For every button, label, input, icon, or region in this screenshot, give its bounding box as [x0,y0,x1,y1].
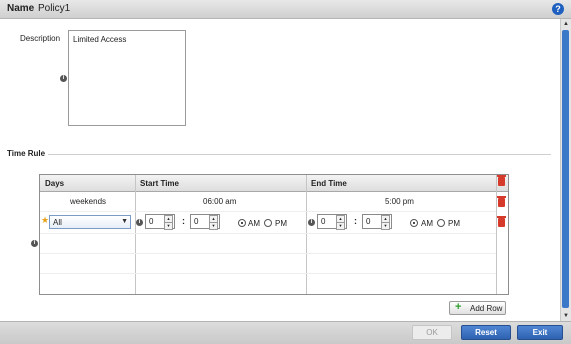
time-separator: : [354,216,357,226]
end-minute-value: 0 [366,217,371,226]
trash-icon[interactable] [497,175,506,186]
column-header-days[interactable]: Days [45,179,64,188]
decrement-icon[interactable]: ▼ [336,222,345,230]
start-hour-stepper[interactable]: 0 ▲ ▼ [145,214,175,230]
row-1-end-time[interactable]: 5:00 pm [385,197,414,206]
add-row-label: Add Row [470,304,503,313]
reset-button[interactable]: Reset [461,325,511,340]
start-hour-value: 0 [149,217,154,226]
time-rule-table: Days Start Time End Time weekends 06:00 … [39,174,509,295]
column-divider [306,175,307,294]
column-divider [496,175,497,294]
plus-icon: + [455,301,462,313]
start-am-radio[interactable] [238,219,246,227]
decrement-icon[interactable]: ▼ [381,222,390,230]
info-icon: i [308,219,315,226]
scroll-down-arrow-icon[interactable]: ▼ [561,311,571,321]
name-label: Name [7,3,35,14]
row-1-days[interactable]: weekends [70,197,106,206]
days-select[interactable]: All ▼ [49,215,131,229]
column-header-end-time[interactable]: End Time [311,179,347,188]
add-row-button[interactable]: + Add Row [449,301,506,315]
info-icon: i [136,219,143,226]
exit-button[interactable]: Exit [517,325,563,340]
row-divider [40,273,496,274]
info-icon: i [60,75,67,82]
row-1-start-time[interactable]: 06:00 am [203,197,236,206]
section-divider [48,154,551,155]
days-select-value: All [53,218,62,227]
start-am-label: AM [248,219,260,228]
column-divider [135,175,136,294]
trash-icon[interactable] [497,216,506,227]
help-icon[interactable]: ? [552,3,564,15]
time-rule-heading: Time Rule [7,149,46,158]
scroll-up-arrow-icon[interactable]: ▲ [561,19,571,29]
start-minute-value: 0 [194,217,199,226]
table-header: Days Start Time End Time [40,175,508,192]
header-bar: Name Policy1 ? [0,0,571,19]
row-divider [40,211,496,212]
description-textarea[interactable]: Limited Access [68,30,186,126]
end-hour-value: 0 [321,217,326,226]
end-am-label: AM [421,219,433,228]
start-minute-stepper[interactable]: 0 ▲ ▼ [190,214,220,230]
time-separator: : [182,216,185,226]
footer-bar: OK Reset Exit [0,321,571,344]
decrement-icon[interactable]: ▼ [164,222,173,230]
start-pm-radio[interactable] [264,219,272,227]
row-divider [40,233,496,234]
description-label: Description [20,34,61,43]
info-icon: i [31,240,38,247]
required-star-icon: ★ [41,215,50,225]
trash-icon[interactable] [497,196,506,207]
end-hour-stepper[interactable]: 0 ▲ ▼ [317,214,347,230]
end-minute-stepper[interactable]: 0 ▲ ▼ [362,214,392,230]
ok-button[interactable]: OK [412,325,452,340]
end-pm-radio[interactable] [437,219,445,227]
vertical-scrollbar[interactable]: ▲ ▼ [560,19,571,321]
column-header-start-time[interactable]: Start Time [140,179,179,188]
row-divider [40,253,496,254]
chevron-down-icon: ▼ [121,218,128,225]
scroll-thumb[interactable] [562,30,569,308]
decrement-icon[interactable]: ▼ [209,222,218,230]
end-pm-label: PM [448,219,460,228]
end-am-radio[interactable] [410,219,418,227]
policy-name: Policy1 [38,3,71,14]
start-pm-label: PM [275,219,287,228]
